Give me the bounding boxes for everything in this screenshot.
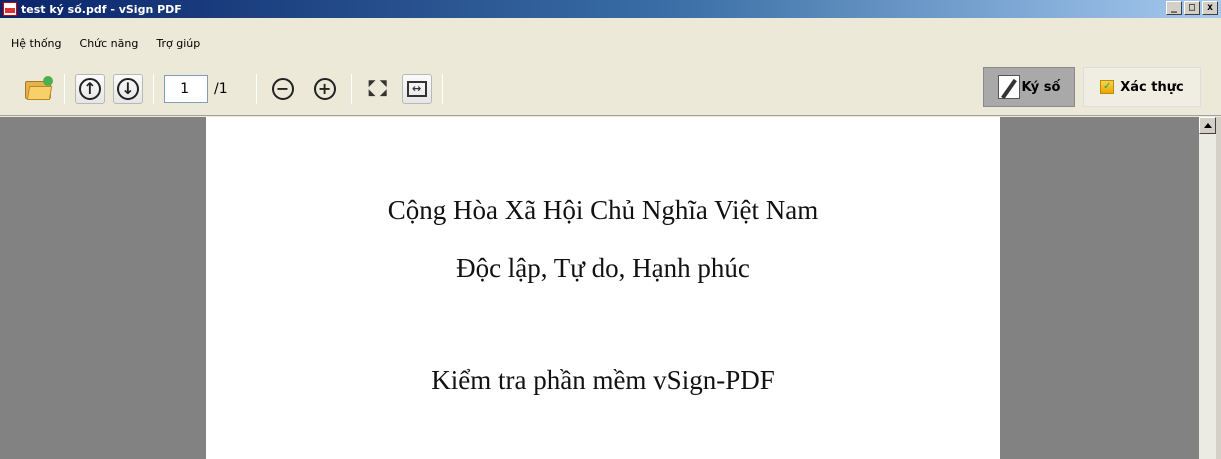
title-bar[interactable]: test ký số.pdf - vSign PDF _ □ x xyxy=(0,0,1221,18)
verify-icon: ✓ xyxy=(1100,80,1115,94)
right-toolbar: Ký số ✓ Xác thực xyxy=(983,67,1201,107)
fit-width-icon: ↔ xyxy=(406,80,427,97)
toolbar-separator xyxy=(64,73,65,104)
verify-label: Xác thực xyxy=(1120,79,1184,95)
fit-page-icon: ◤ ◥ ◣ ◢ xyxy=(368,78,387,98)
menu-he-thong[interactable]: Hệ thống xyxy=(3,37,72,50)
menu-chuc-nang[interactable]: Chức năng xyxy=(72,37,149,50)
minimize-button[interactable]: _ xyxy=(1166,1,1182,15)
next-page-button[interactable]: ↓ xyxy=(113,73,143,104)
open-folder-icon xyxy=(25,75,53,100)
zoom-out-icon: − xyxy=(271,77,294,100)
window-controls: _ □ x xyxy=(1166,1,1218,15)
zoom-in-icon: + xyxy=(313,77,336,100)
menu-bar: Hệ thống Chức năng Trợ giúp xyxy=(0,18,1221,62)
sign-label: Ký số xyxy=(1021,79,1061,95)
zoom-out-button[interactable]: − xyxy=(267,73,299,105)
page-up-icon: ↑ xyxy=(79,77,101,100)
window-border xyxy=(1216,117,1221,459)
window-title: test ký số.pdf - vSign PDF xyxy=(21,2,182,16)
document-subheading: Độc lập, Tự do, Hạnh phúc xyxy=(456,253,750,283)
pdf-app-icon xyxy=(3,2,17,16)
maximize-button[interactable]: □ xyxy=(1184,1,1200,15)
sign-icon xyxy=(997,75,1020,99)
toolbar-separator xyxy=(153,73,154,104)
document-viewer[interactable]: Cộng Hòa Xã Hội Chủ Nghĩa Việt Nam Độc l… xyxy=(0,117,1221,459)
previous-page-button[interactable]: ↑ xyxy=(75,73,105,104)
fit-page-button[interactable]: ◤ ◥ ◣ ◢ xyxy=(362,73,394,105)
fit-width-button[interactable]: ↔ xyxy=(401,73,432,104)
page-down-icon: ↓ xyxy=(117,77,139,100)
open-file-button[interactable] xyxy=(22,73,54,105)
page-number-input[interactable]: 1 xyxy=(164,74,208,103)
zoom-in-button[interactable]: + xyxy=(309,73,341,105)
toolbar-separator xyxy=(255,73,257,104)
sign-button[interactable]: Ký số xyxy=(983,67,1075,107)
verify-button[interactable]: ✓ Xác thực xyxy=(1083,67,1201,107)
pdf-page: Cộng Hòa Xã Hội Chủ Nghĩa Việt Nam Độc l… xyxy=(206,117,1000,459)
page-total: /1 xyxy=(214,80,228,97)
scroll-up-icon[interactable] xyxy=(1199,117,1216,134)
menu-tro-giup[interactable]: Trợ giúp xyxy=(148,37,210,50)
close-button[interactable]: x xyxy=(1202,1,1218,15)
document-heading: Cộng Hòa Xã Hội Chủ Nghĩa Việt Nam xyxy=(387,195,819,225)
toolbar-separator xyxy=(350,73,352,104)
vertical-scrollbar[interactable] xyxy=(1199,117,1216,459)
toolbar-separator xyxy=(441,73,443,104)
document-body-text: Kiểm tra phần mềm vSign-PDF xyxy=(431,365,775,395)
